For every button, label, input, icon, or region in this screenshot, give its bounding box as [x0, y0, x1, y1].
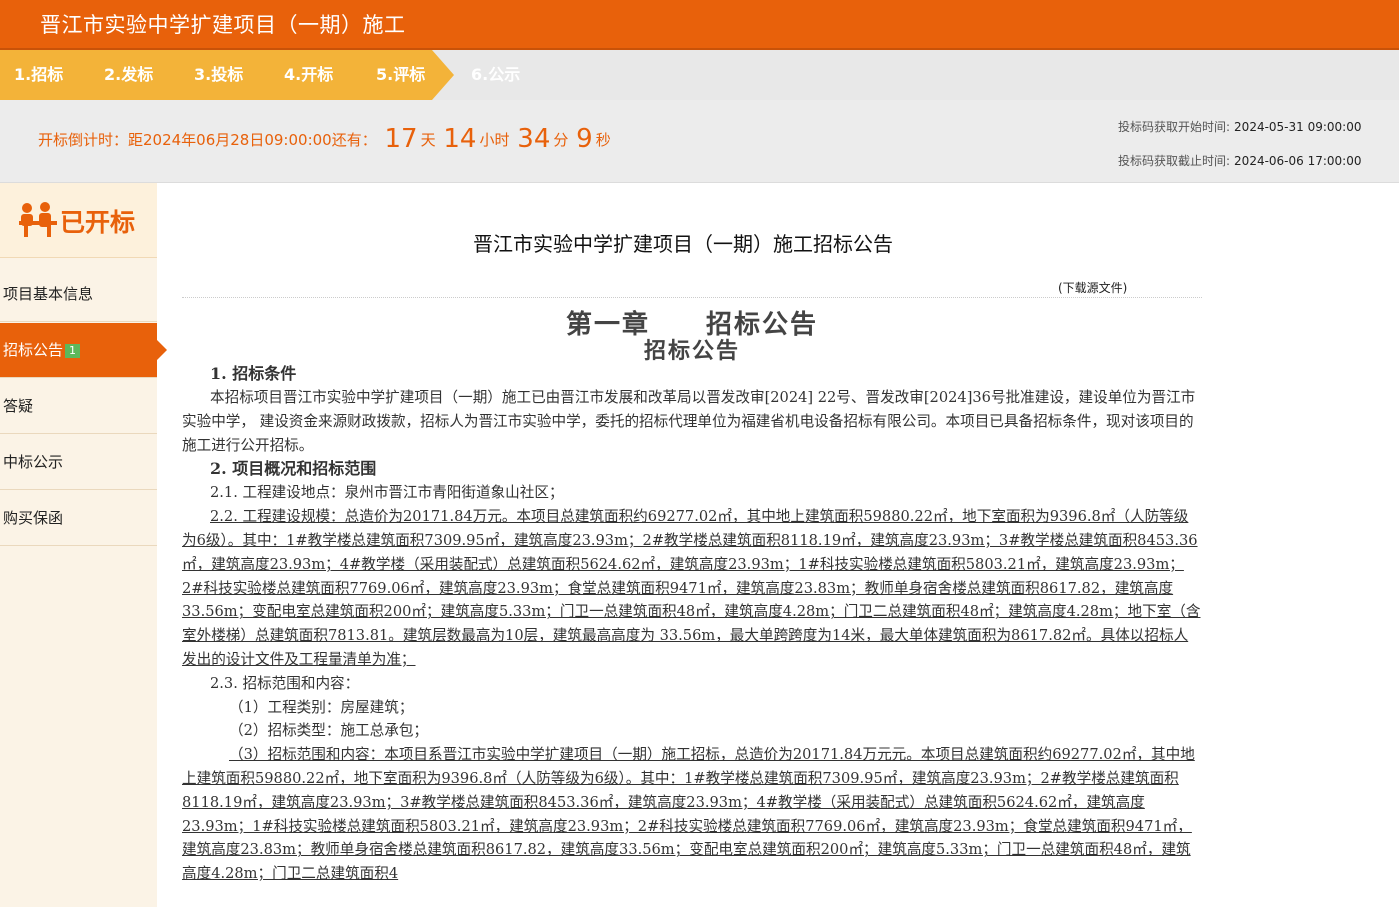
- divider: [182, 297, 1202, 298]
- paragraph: （3）招标范围和内容：本项目系晋江市实验中学扩建项目（一期）施工招标，总造价为2…: [182, 746, 1195, 883]
- countdown-days: 17: [384, 124, 418, 154]
- chapter-subheading: 招标公告: [643, 338, 740, 364]
- document-title: 晋江市实验中学扩建项目（一期）施工招标公告: [473, 232, 893, 256]
- top-header: 晋江市实验中学扩建项目（一期）施工: [0, 0, 1399, 50]
- countdown-minutes: 34: [517, 124, 551, 154]
- step-progress-bar: 1.招标 2.发标 3.投标 4.开标 5.评标 6.公示: [0, 50, 1399, 100]
- sidebar-item-award-notice[interactable]: 中标公示: [0, 435, 157, 490]
- paragraph: 2.2. 工程建设规模：总造价为20171.84万元。本项目总建筑面积约6927…: [182, 508, 1201, 668]
- download-source-link[interactable]: (下载源文件): [1058, 279, 1127, 296]
- status-header: 已开标: [0, 183, 157, 258]
- countdown-seconds: 9: [576, 124, 593, 154]
- sidebar-item-project-info[interactable]: 项目基本信息: [0, 267, 157, 322]
- paragraph: 2.3. 招标范围和内容：: [210, 674, 360, 692]
- notice-count-badge: 1: [65, 344, 81, 358]
- sidebar-item-tender-notice[interactable]: 招标公告 1: [0, 323, 167, 378]
- hours-unit: 小时: [479, 131, 510, 149]
- paragraph: 本招标项目晋江市实验中学扩建项目（一期）施工已由晋江市发展和改革局以晋发改审[2…: [182, 389, 1196, 454]
- sidebar-item-qa[interactable]: 答疑: [0, 379, 157, 434]
- sidebar: 已开标 项目基本信息 招标公告 1 答疑 中标公示 购买保函: [0, 183, 167, 907]
- paragraph: 2.1. 工程建设地点：泉州市晋江市青阳街道象山社区；: [210, 484, 564, 502]
- seconds-unit: 秒: [595, 131, 611, 149]
- countdown-panel: 开标倒计时：距2024年06月28日09:00:00还有： 17 天 14 小时 3…: [0, 100, 1399, 183]
- days-unit: 天: [420, 131, 436, 149]
- status-label: 已开标: [60, 208, 136, 237]
- sidebar-item-label: 招标公告: [3, 341, 64, 359]
- meeting-people-icon: [19, 202, 57, 237]
- minutes-unit: 分: [553, 131, 569, 149]
- code-start-time: 投标码获取开始时间: 2024-05-31 09:00:00: [1118, 120, 1362, 134]
- paragraph: （1）工程类别：房屋建筑；: [229, 698, 414, 716]
- document-body: 1. 招标条件 本招标项目晋江市实验中学扩建项目（一期）施工已由晋江市发展和改革…: [182, 362, 1202, 886]
- paragraph: （2）招标类型：施工总承包；: [229, 722, 429, 740]
- section-heading: 2. 项目概况和招标范围: [210, 459, 377, 479]
- sidebar-item-buy-guarantee[interactable]: 购买保函: [0, 491, 157, 546]
- current-step-arrow: [432, 50, 454, 100]
- code-end-time: 投标码获取截止时间: 2024-06-06 17:00:00: [1118, 154, 1362, 168]
- countdown-prefix: 开标倒计时：距2024年06月28日09:00:00还有：: [38, 131, 377, 149]
- countdown-text: 开标倒计时：距2024年06月28日09:00:00还有： 17 天 14 小时 3…: [38, 124, 611, 154]
- project-title: 晋江市实验中学扩建项目（一期）施工: [40, 13, 406, 37]
- countdown-hours: 14: [443, 124, 477, 154]
- section-heading: 1. 招标条件: [210, 364, 297, 383]
